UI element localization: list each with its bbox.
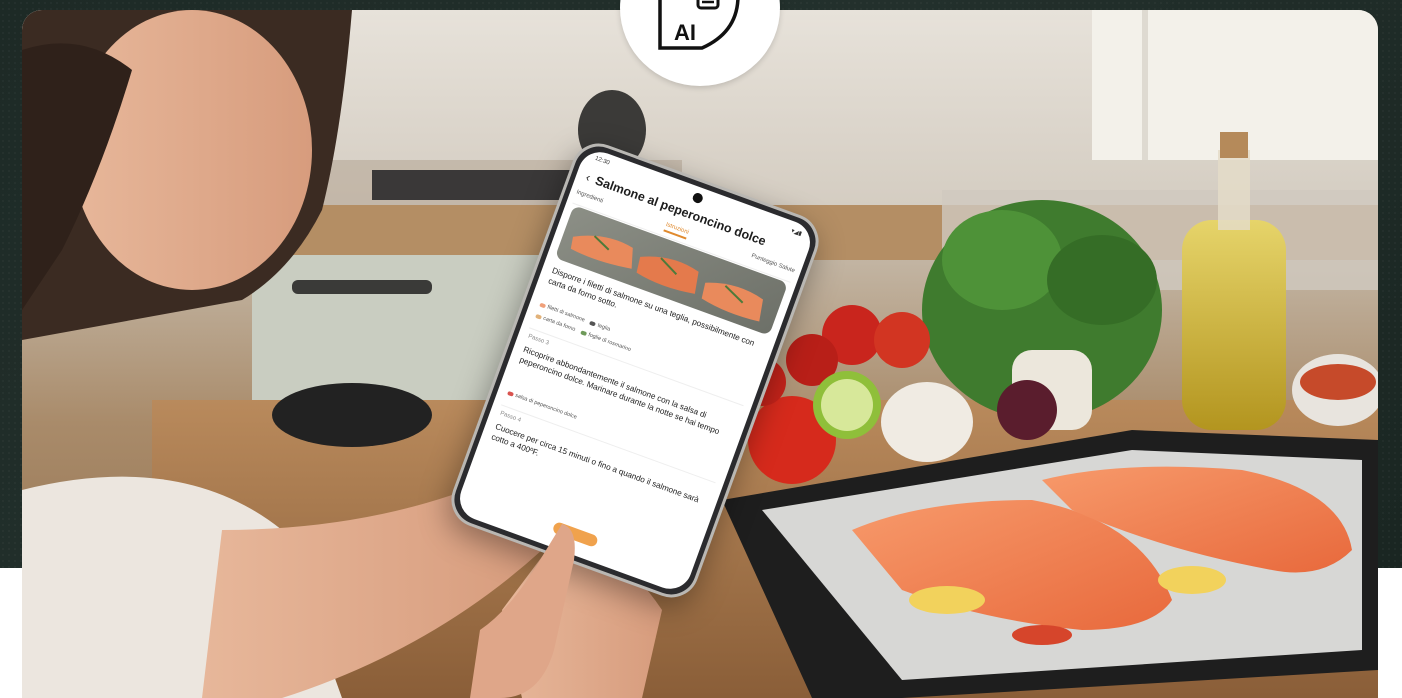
ai-label: AI (674, 20, 696, 45)
salmon-icon (539, 302, 547, 309)
chip-teglia: teglia (589, 320, 611, 333)
sauce-icon (507, 390, 515, 397)
step-3-label: Passo 3 (527, 333, 550, 347)
status-icons: ▾◢▮ (790, 228, 803, 238)
tab-istruzioni[interactable]: Istruzioni (663, 221, 690, 240)
hero-scene: AI 12:30 ▾◢▮ ‹ Salmone al peperoncino do… (0, 0, 1402, 698)
step-4-text: Cuocere per circa 15 minuti o fino a qua… (490, 421, 701, 505)
step-4-label: Passo 4 (499, 410, 522, 424)
chip-label: teglia (596, 322, 611, 333)
tray-icon (589, 320, 597, 327)
rosemary-icon (580, 330, 588, 337)
status-time: 12:30 (594, 155, 611, 167)
back-arrow-icon[interactable]: ‹ (584, 170, 593, 185)
tab-ingredienti[interactable]: Ingredienti (574, 189, 603, 208)
paper-icon (535, 313, 543, 320)
chip-label: salsa di peperoncino dolce (514, 392, 578, 421)
step-3-text: Ricoprire abbondantemente il salmone con… (518, 344, 721, 436)
pointing-finger (470, 524, 575, 698)
ai-recipe-icon (658, 0, 740, 50)
